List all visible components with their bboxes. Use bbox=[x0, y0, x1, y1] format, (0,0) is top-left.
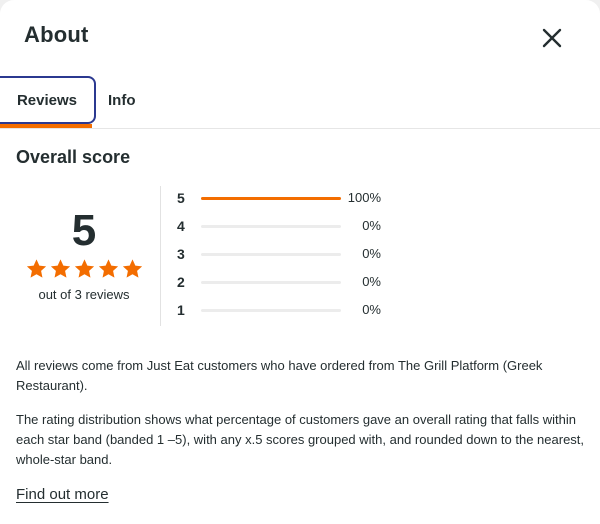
distribution-percent: 0% bbox=[362, 302, 381, 317]
distribution-explanation-text: The rating distribution shows what perce… bbox=[16, 412, 585, 467]
reviews-source-text: All reviews come from Just Eat customers… bbox=[16, 358, 543, 393]
active-tab-indicator bbox=[0, 124, 92, 128]
distribution-star-label: 4 bbox=[177, 218, 185, 234]
star-icon bbox=[122, 259, 143, 278]
distribution-row-2: 2 0% bbox=[177, 272, 417, 292]
modal-title: About bbox=[24, 22, 89, 47]
star-rating bbox=[25, 258, 144, 280]
distribution-bar-track bbox=[201, 197, 341, 200]
star-icon bbox=[50, 259, 71, 278]
star-icon bbox=[98, 259, 119, 278]
distribution-row-3: 3 0% bbox=[177, 244, 417, 264]
tab-info[interactable]: Info bbox=[108, 76, 148, 124]
distribution-row-1: 1 0% bbox=[177, 300, 417, 320]
about-modal: About Reviews Info Overall score 5 out o… bbox=[0, 0, 600, 524]
star-icon bbox=[26, 259, 47, 278]
overall-score-value: 5 bbox=[71, 206, 97, 255]
distribution-percent: 0% bbox=[362, 218, 381, 233]
star-icon bbox=[74, 259, 95, 278]
tab-bar: Reviews Info bbox=[0, 76, 600, 129]
distribution-row-4: 4 0% bbox=[177, 216, 417, 236]
distribution-star-label: 1 bbox=[177, 302, 185, 318]
close-icon bbox=[542, 28, 562, 48]
distribution-percent: 0% bbox=[362, 246, 381, 261]
distribution-star-label: 3 bbox=[177, 246, 185, 262]
distribution-bar-track bbox=[201, 253, 341, 256]
distribution-bar-track bbox=[201, 309, 341, 312]
close-button[interactable] bbox=[536, 22, 568, 54]
distribution-percent: 0% bbox=[362, 274, 381, 289]
review-count: out of 3 reviews bbox=[38, 287, 130, 302]
distribution-bar-track bbox=[201, 225, 341, 228]
distribution-bar-track bbox=[201, 281, 341, 284]
distribution-percent: 100% bbox=[347, 190, 381, 205]
distribution-row-5: 5 100% bbox=[177, 188, 417, 208]
distribution-star-label: 2 bbox=[177, 274, 185, 290]
score-divider bbox=[160, 186, 161, 326]
find-out-more-link[interactable]: Find out more bbox=[16, 486, 109, 503]
tab-reviews[interactable]: Reviews bbox=[0, 76, 96, 124]
distribution-star-label: 5 bbox=[177, 190, 185, 206]
overall-score-title: Overall score bbox=[16, 147, 131, 167]
distribution-bar-fill bbox=[201, 197, 341, 200]
